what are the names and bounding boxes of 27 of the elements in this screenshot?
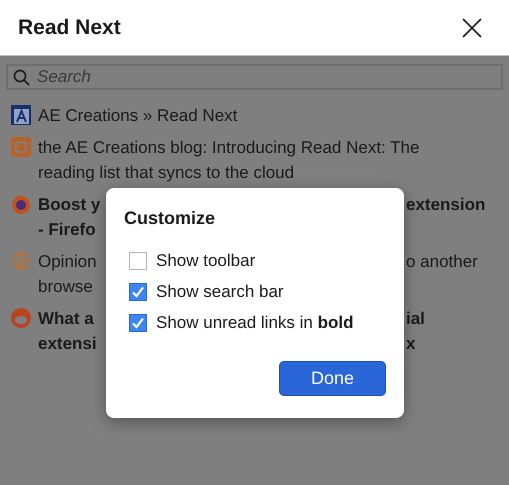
link-title-text[interactable]: extensi <box>38 332 102 355</box>
option-label: Show search bar <box>156 282 284 302</box>
link-title-text[interactable]: the AE Creations blog: Introducing Read Next: The <box>38 136 420 159</box>
option-label: Show unread links in bold <box>156 312 354 332</box>
search-field[interactable]: Search <box>6 64 503 90</box>
panel-title: Read Next <box>18 16 121 40</box>
letter-a-logo-icon <box>10 104 32 126</box>
link-title-text[interactable]: Boost y <box>38 193 102 216</box>
link-title-text[interactable]: o another <box>406 250 478 273</box>
dialog-title: Customize <box>124 208 216 229</box>
blog-logo-icon <box>10 136 32 158</box>
link-title-text[interactable]: reading list that syncs to the cloud <box>38 161 420 184</box>
link-title-text[interactable]: x <box>406 332 425 355</box>
close-button[interactable] <box>461 16 483 38</box>
search-icon <box>13 69 30 86</box>
close-icon <box>462 18 482 38</box>
link-title-text[interactable]: ial <box>406 307 425 330</box>
checkbox[interactable] <box>129 252 147 270</box>
checkbox[interactable] <box>129 314 147 332</box>
option-label: Show toolbar <box>156 250 256 270</box>
link-title-text[interactable]: AE Creations » Read Next <box>38 104 406 127</box>
link-title-text[interactable]: extension <box>406 193 486 216</box>
link-title-text[interactable]: Opinion <box>38 250 102 273</box>
checkbox[interactable] <box>129 282 147 300</box>
link-title-text[interactable]: What a <box>38 307 102 330</box>
striped-globe-icon <box>10 250 32 272</box>
done-button[interactable]: Done <box>279 361 386 396</box>
